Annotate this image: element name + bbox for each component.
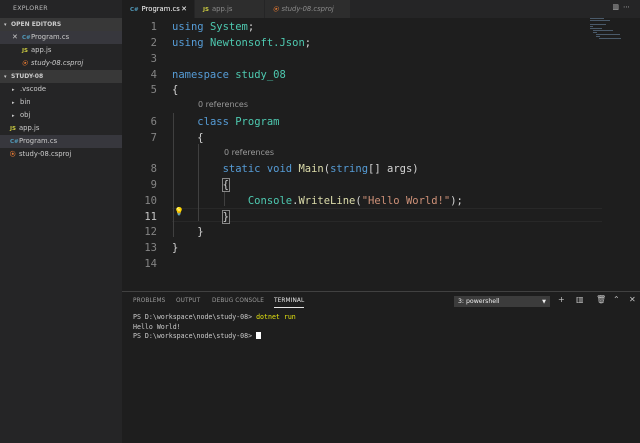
- terminal-select[interactable]: 3: powershell ▼: [454, 296, 550, 307]
- line-number: 4: [150, 69, 157, 81]
- current-line-highlight: [172, 208, 602, 222]
- code-line: class Program: [197, 116, 280, 128]
- explorer-title: EXPLORER: [13, 5, 48, 12]
- bottom-panel: PROBLEMS OUTPUT DEBUG CONSOLE TERMINAL 3…: [122, 291, 640, 443]
- line-number: 1: [150, 21, 157, 33]
- code-line: }: [172, 242, 179, 254]
- editor-tab-bar: C# Program.cs ✕ JS app.js ⦿ study-08.csproj…: [122, 0, 640, 18]
- terminal-command: dotnet run: [256, 313, 296, 321]
- terminal-cursor: [256, 332, 262, 339]
- maximize-panel-icon[interactable]: ⌃: [613, 295, 620, 304]
- tab-csproj[interactable]: ⦿ study-08.csproj: [265, 0, 351, 18]
- more-actions-icon[interactable]: ⋯: [623, 3, 634, 11]
- folder-item-bin[interactable]: ▸ bin: [0, 96, 122, 109]
- line-number: 13: [144, 242, 157, 254]
- code-line: {: [172, 132, 204, 144]
- open-editors-header[interactable]: ▾ OPEN EDITORS: [0, 18, 122, 31]
- js-icon: JS: [203, 7, 210, 13]
- panel-tab-output[interactable]: OUTPUT: [176, 298, 200, 304]
- rss-xml-icon: ⦿: [273, 7, 279, 13]
- rss-xml-icon: ⦿: [10, 152, 16, 158]
- close-icon[interactable]: ✕: [12, 31, 22, 44]
- close-icon[interactable]: ✕: [181, 0, 187, 18]
- code-line: namespace study_08: [172, 69, 286, 81]
- code-line: Console.WriteLine("Hello World!");: [247, 195, 463, 207]
- close-panel-icon[interactable]: ✕: [629, 295, 636, 304]
- line-number-current: 11: [144, 211, 157, 223]
- split-terminal-icon[interactable]: ▥: [576, 295, 584, 304]
- folder-item-csproj[interactable]: ⦿ study-08.csproj: [0, 148, 122, 161]
- line-number: 5: [150, 84, 157, 96]
- minimap[interactable]: [590, 18, 626, 58]
- tab-program-cs[interactable]: C# Program.cs ✕: [122, 0, 195, 18]
- line-number: 10: [144, 195, 157, 207]
- tab-app-js[interactable]: JS app.js: [195, 0, 265, 18]
- code-editor[interactable]: 1 2 3 4 5 6 7 8 9 10 11 12 13 14 💡 using…: [122, 18, 640, 291]
- line-number: 3: [150, 53, 157, 65]
- code-line: {: [172, 84, 179, 96]
- line-number: 8: [150, 163, 157, 175]
- csharp-icon: C#: [130, 7, 139, 13]
- open-editor-app-js[interactable]: JS app.js: [0, 44, 122, 57]
- line-number: 2: [150, 37, 157, 49]
- code-line: }: [221, 210, 230, 224]
- terminal-output[interactable]: PS D:\workspace\node\study-08> dotnet ru…: [133, 313, 296, 342]
- terminal-prompt: PS D:\workspace\node\study-08>: [133, 332, 253, 340]
- folder-item-obj[interactable]: ▸ obj: [0, 109, 122, 122]
- add-terminal-icon[interactable]: +: [558, 295, 565, 304]
- panel-tab-problems[interactable]: PROBLEMS: [133, 298, 165, 304]
- line-number: 6: [150, 116, 157, 128]
- code-line: using System;: [172, 21, 255, 33]
- line-number: 7: [150, 132, 157, 144]
- editor-actions: ▥⋯: [612, 3, 634, 11]
- panel-tab-terminal[interactable]: TERMINAL: [274, 298, 305, 308]
- folder-item-vscode[interactable]: ▸ .vscode: [0, 83, 122, 96]
- code-line: static void Main(string[] args): [222, 163, 419, 175]
- open-editor-program-cs[interactable]: ✕ C#Program.cs: [0, 31, 122, 44]
- code-lens-references[interactable]: 0 references: [224, 148, 274, 157]
- line-number: 14: [144, 258, 157, 270]
- code-line: {: [221, 178, 230, 192]
- terminal-output-line: Hello World!: [133, 322, 181, 331]
- split-editor-icon[interactable]: ▥: [612, 3, 623, 11]
- code-line: }: [172, 226, 204, 238]
- line-number: 9: [150, 179, 157, 191]
- code-lens-references[interactable]: 0 references: [198, 100, 248, 109]
- explorer-sidebar: EXPLORER ▾ OPEN EDITORS ✕ C#Program.cs JS a…: [0, 0, 122, 443]
- trash-icon[interactable]: 🗑: [596, 295, 606, 304]
- chevron-down-icon: ▼: [542, 299, 546, 305]
- folder-header[interactable]: ▾ STUDY-08: [0, 70, 122, 83]
- folder-item-app-js[interactable]: JS app.js: [0, 122, 122, 135]
- terminal-prompt: PS D:\workspace\node\study-08>: [133, 313, 253, 321]
- open-editor-csproj[interactable]: ⦿ study-08.csproj: [0, 57, 122, 70]
- panel-tab-debug-console[interactable]: DEBUG CONSOLE: [212, 298, 264, 304]
- line-number: 12: [144, 226, 157, 238]
- folder-item-program-cs[interactable]: C#Program.cs: [0, 135, 122, 148]
- code-line: using Newtonsoft.Json;: [172, 37, 312, 49]
